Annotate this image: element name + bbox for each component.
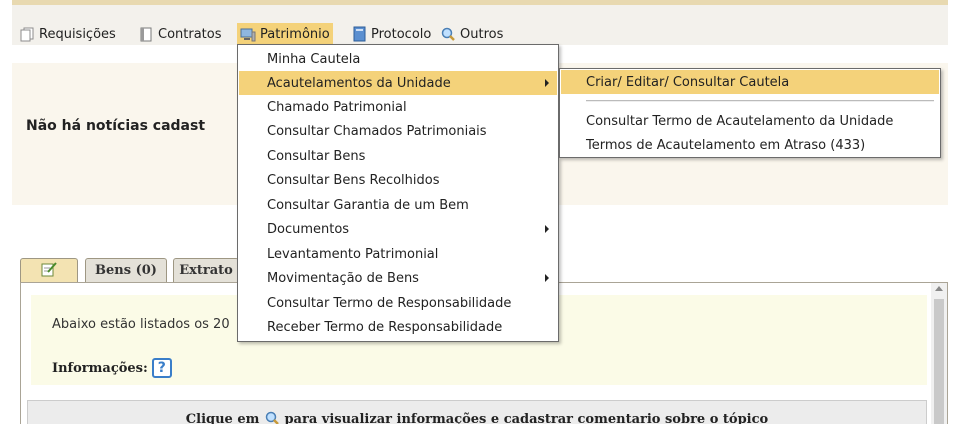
menu-patrimonio-label: Patrimônio (260, 26, 330, 42)
news-message: Não há notícias cadast (26, 118, 206, 134)
menu-item-consultar-termo-responsabilidade[interactable]: Consultar Termo de Responsabilidade (239, 291, 557, 315)
acautelamentos-submenu: Criar/ Editar/ Consultar Cautela Consult… (559, 68, 941, 158)
menu-item-label: Acautelamentos da Unidade (267, 75, 451, 91)
submenu-item-termos-em-atraso[interactable]: Termos de Acautelamento em Atraso (433) (561, 133, 939, 157)
copy-icon (19, 26, 35, 42)
notebook-icon (351, 26, 367, 42)
menu-item-label: Movimentação de Bens (267, 270, 419, 286)
menu-protocolo[interactable]: Protocolo (348, 23, 434, 45)
menu-item-levantamento-patrimonial[interactable]: Levantamento Patrimonial (239, 242, 557, 266)
info-heading: Informações: ? (52, 358, 172, 378)
menu-item-label: Levantamento Patrimonial (267, 246, 439, 262)
menu-patrimonio[interactable]: Patrimônio (237, 23, 333, 45)
menu-item-consultar-garantia[interactable]: Consultar Garantia de um Bem (239, 193, 557, 217)
menu-item-consultar-bens[interactable]: Consultar Bens (239, 144, 557, 168)
tab-extrato[interactable]: Extrato (173, 258, 239, 282)
menu-item-movimentacao-bens[interactable]: Movimentação de Bens (239, 266, 557, 290)
submenu-item-label: Criar/ Editar/ Consultar Cautela (586, 74, 790, 90)
topic-instruction: Clique em para visualizar informações e … (28, 410, 926, 424)
menu-item-label: Consultar Bens (267, 148, 366, 164)
menu-item-documentos[interactable]: Documentos (239, 217, 557, 241)
help-icon[interactable]: ? (151, 358, 172, 378)
submenu-item-label: Consultar Termo de Acautelamento da Unid… (586, 113, 894, 129)
submenu-item-label: Termos de Acautelamento em Atraso (433) (586, 137, 866, 153)
submenu-item-criar-editar-cautela[interactable]: Criar/ Editar/ Consultar Cautela (561, 70, 939, 94)
tab-bens[interactable]: Bens (0) (85, 258, 167, 282)
info-label: Informações: (52, 360, 148, 376)
scroll-thumb[interactable] (934, 299, 944, 424)
edit-note-icon (40, 261, 58, 281)
topic-header-bar: Clique em para visualizar informações e … (27, 400, 927, 424)
menu-requisicoes[interactable]: Requisições (16, 23, 119, 45)
menu-item-label: Consultar Chamados Patrimoniais (267, 123, 487, 139)
info-text: Abaixo estão listados os 20 (52, 317, 230, 332)
magnifier-icon (264, 410, 280, 424)
menu-protocolo-label: Protocolo (371, 26, 432, 42)
document-icon (138, 26, 154, 42)
tab-notes[interactable] (20, 258, 78, 282)
tab-bens-label: Bens (0) (95, 263, 157, 278)
menu-outros-label: Outros (460, 26, 504, 42)
menu-item-consultar-bens-recolhidos[interactable]: Consultar Bens Recolhidos (239, 168, 557, 192)
menu-item-minha-cautela[interactable]: Minha Cautela (239, 47, 557, 71)
menu-item-label: Documentos (267, 221, 350, 237)
menu-item-receber-termo-responsabilidade[interactable]: Receber Termo de Responsabilidade (239, 315, 557, 339)
menu-outros[interactable]: Outros (437, 23, 506, 45)
menu-item-label: Chamado Patrimonial (267, 99, 407, 115)
menu-item-acautelamentos-unidade[interactable]: Acautelamentos da Unidade (239, 71, 557, 95)
menu-item-label: Receber Termo de Responsabilidade (267, 319, 503, 335)
panel-scrollbar[interactable] (931, 283, 947, 424)
menu-contratos[interactable]: Contratos (135, 23, 225, 45)
menu-requisicoes-label: Requisições (39, 26, 116, 42)
menu-item-consultar-chamados[interactable]: Consultar Chamados Patrimoniais (239, 119, 557, 143)
menu-item-label: Consultar Bens Recolhidos (267, 172, 440, 188)
menu-item-chamado-patrimonial[interactable]: Chamado Patrimonial (239, 95, 557, 119)
menu-item-label: Consultar Garantia de um Bem (267, 197, 469, 213)
submenu-arrow-icon (545, 274, 549, 282)
click-suffix: para visualizar informações e cadastrar … (284, 412, 769, 424)
click-prefix: Clique em (185, 412, 260, 424)
submenu-divider (586, 100, 934, 102)
menu-item-label: Minha Cautela (267, 51, 361, 67)
submenu-arrow-icon (545, 79, 549, 87)
menu-contratos-label: Contratos (158, 26, 222, 42)
scroll-up-arrow-icon[interactable] (935, 286, 943, 291)
search-icon (440, 26, 456, 42)
monitor-icon (240, 26, 256, 42)
submenu-item-consultar-termo-acautelamento[interactable]: Consultar Termo de Acautelamento da Unid… (561, 109, 939, 133)
menu-item-label: Consultar Termo de Responsabilidade (267, 295, 512, 311)
main-menubar: Requisições Contratos Patrimônio Protoco… (12, 5, 948, 45)
tab-extrato-label: Extrato (179, 263, 233, 278)
patrimonio-dropdown-menu: Minha Cautela Acautelamentos da Unidade … (237, 44, 559, 342)
submenu-arrow-icon (545, 225, 549, 233)
